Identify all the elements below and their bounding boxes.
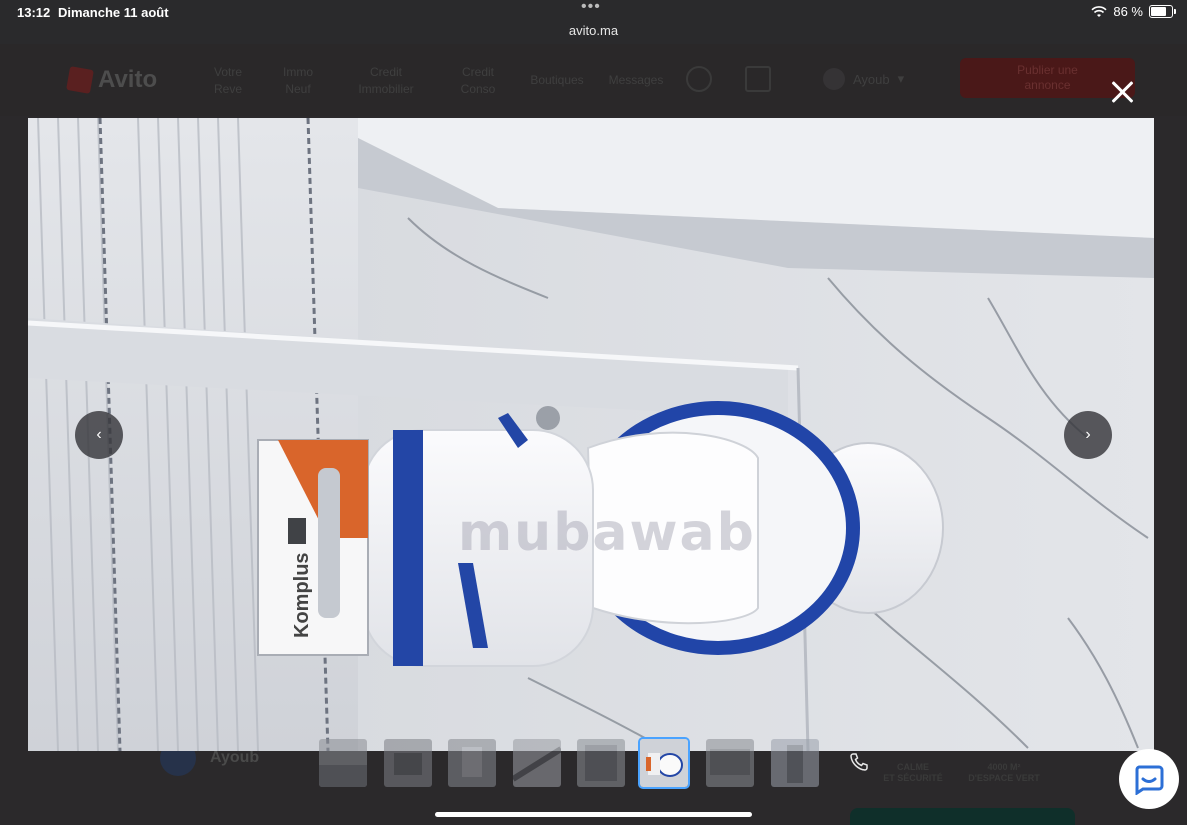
thumbnail[interactable] <box>577 739 625 787</box>
nav-label: Boutiques <box>530 73 584 87</box>
chevron-down-icon: ▾ <box>897 71 905 86</box>
support-headset-icon[interactable] <box>686 66 712 92</box>
phone-icon[interactable] <box>849 752 869 772</box>
promo-text: 4000 M² <box>987 762 1021 772</box>
nav-votre-reve[interactable]: Votre Reve <box>205 64 251 98</box>
next-photo-button[interactable]: › <box>1064 411 1112 459</box>
favorites-icon[interactable] <box>745 66 771 92</box>
chat-button[interactable] <box>1119 749 1179 809</box>
promo-text: CALME <box>897 762 929 772</box>
thumbnail-image <box>319 739 367 787</box>
status-bar: 13:12 Dimanche 11 août ••• avito.ma 86 % <box>0 0 1187 44</box>
thumbnail[interactable] <box>319 739 367 787</box>
nav-immo-neuf[interactable]: Immo Neuf <box>275 64 321 98</box>
status-date: Dimanche 11 août <box>58 5 169 20</box>
seller-name: Ayoub <box>210 749 260 766</box>
thumbnail[interactable] <box>448 739 496 787</box>
wifi-icon <box>1091 5 1107 17</box>
brand-name: Avito <box>98 66 158 93</box>
avatar <box>823 68 845 90</box>
nav-label: Conso <box>460 82 496 96</box>
promo-badge: CALME ET SÉCURITÉ <box>878 762 948 784</box>
promo-banner <box>850 808 1075 825</box>
thumbnail-strip <box>319 737 839 791</box>
promo-text: D'ESPACE VERT <box>968 773 1040 783</box>
status-time: 13:12 <box>17 5 51 20</box>
thumbnail-image <box>706 739 754 787</box>
thumbnail-image <box>771 739 819 787</box>
battery-icon <box>1149 5 1176 18</box>
nav-label: Credit <box>369 65 402 79</box>
nav-label: Reve <box>213 82 242 96</box>
nav-label: Messages <box>608 73 664 87</box>
nav-credit-immobilier[interactable]: Credit Immobilier <box>348 64 424 98</box>
chat-icon <box>1135 765 1164 795</box>
nav-label: Immobilier <box>358 82 414 96</box>
listing-photo: Komplus mubawab <box>28 118 1154 751</box>
user-menu[interactable]: Ayoub ▾ <box>823 68 904 90</box>
nav-label: Immo <box>283 65 313 79</box>
thumbnail[interactable] <box>771 739 819 787</box>
nav-boutiques[interactable]: Boutiques <box>526 72 588 89</box>
chevron-left-icon: ‹ <box>96 426 102 443</box>
nav-label: Neuf <box>285 82 311 96</box>
promo-badge: 4000 M² D'ESPACE VERT <box>962 762 1046 784</box>
thumbnail-active[interactable] <box>638 737 690 789</box>
komplus-brand-text: Komplus <box>291 552 313 638</box>
status-indicators: 86 % <box>1091 4 1176 19</box>
promo-text: ET SÉCURITÉ <box>883 773 943 783</box>
thumbnail[interactable] <box>706 739 754 787</box>
toilet-photo-image: Komplus <box>28 118 1154 751</box>
avito-logo[interactable]: Avito <box>66 66 158 94</box>
thumbnail-image <box>577 739 625 787</box>
thumbnail-image <box>448 739 496 787</box>
previous-photo-button[interactable]: ‹ <box>75 411 123 459</box>
thumbnail-image <box>513 739 561 787</box>
thumbnail-image <box>640 739 688 787</box>
nav-credit-conso[interactable]: Credit Conso <box>452 64 504 98</box>
avito-logo-icon <box>66 66 94 94</box>
address-bar-url[interactable]: avito.ma <box>0 23 1187 38</box>
nav-label: Votre <box>213 65 243 79</box>
thumbnail-image <box>384 739 432 787</box>
thumbnail[interactable] <box>513 739 561 787</box>
nav-label: Credit <box>461 65 494 79</box>
more-dots-icon[interactable]: ••• <box>581 0 601 16</box>
chevron-right-icon: › <box>1085 426 1091 443</box>
nav-messages[interactable]: Messages <box>605 72 667 89</box>
post-ad-label: Publier une <box>1017 63 1078 77</box>
user-name: Ayoub <box>853 71 890 87</box>
battery-percent: 86 % <box>1113 4 1143 19</box>
thumbnail[interactable] <box>384 739 432 787</box>
photo-watermark: mubawab <box>458 503 756 563</box>
home-indicator[interactable] <box>435 812 752 817</box>
close-icon[interactable] <box>1109 78 1137 106</box>
site-header: Avito Votre Reve Immo Neuf Credit Immobilie… <box>0 44 1187 116</box>
